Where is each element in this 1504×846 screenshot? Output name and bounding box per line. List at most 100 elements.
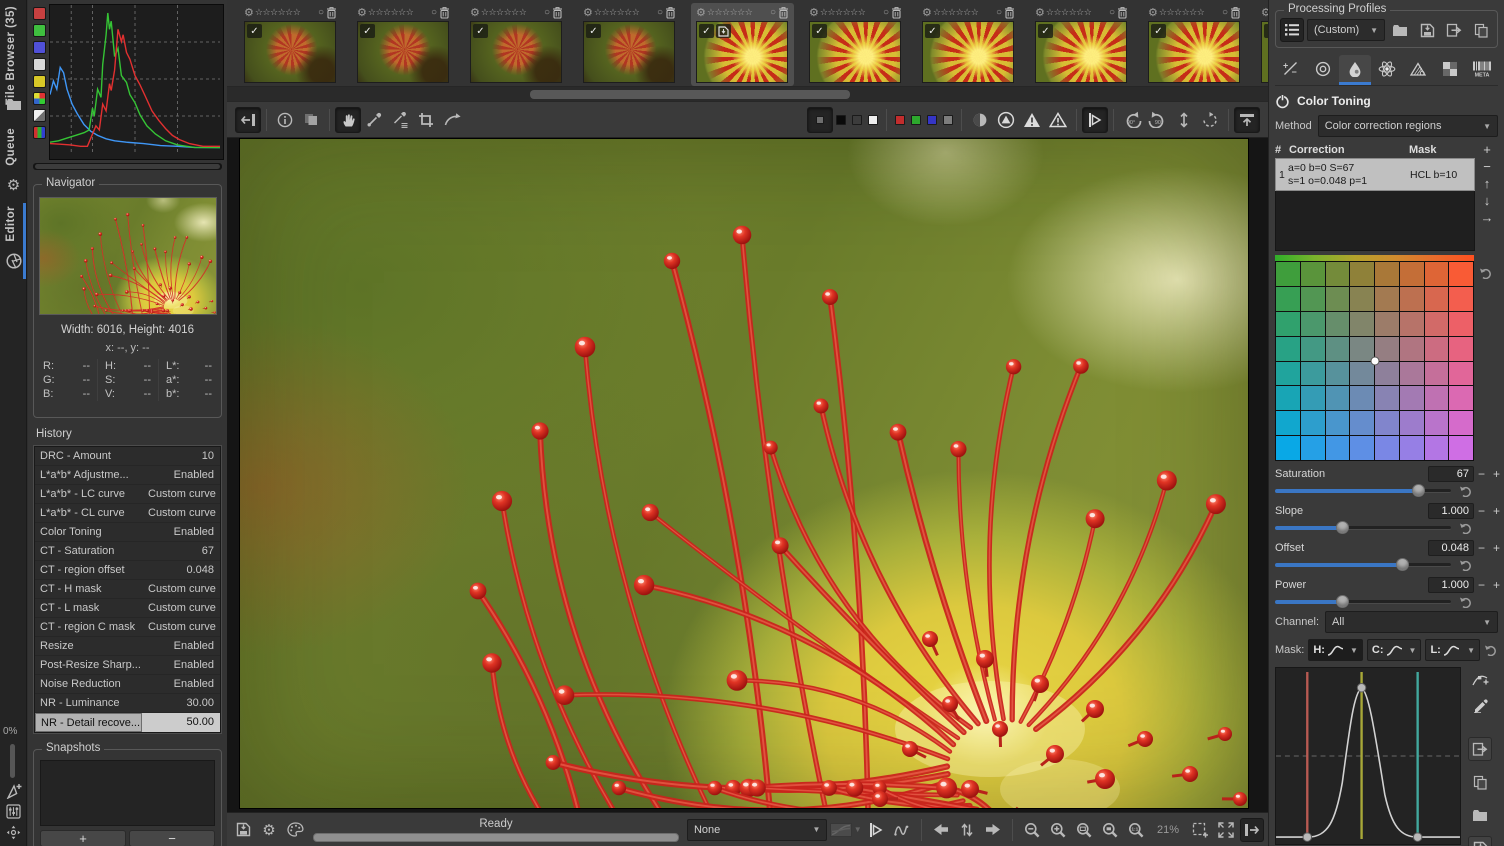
move-region-up-button[interactable]: ↑ bbox=[1478, 175, 1496, 192]
history-row[interactable]: L*a*b* - LC curveCustom curve bbox=[35, 485, 220, 504]
sharpening-preview-button[interactable] bbox=[1082, 107, 1108, 133]
color-label-icon[interactable]: ○ bbox=[1109, 7, 1115, 18]
slider-track[interactable] bbox=[1275, 489, 1451, 493]
edit-point-button[interactable] bbox=[1471, 671, 1489, 688]
tool-tab-metadata[interactable]: META bbox=[1466, 55, 1498, 85]
color-label-icon[interactable]: ○ bbox=[657, 7, 663, 18]
histogram-raw-button[interactable] bbox=[33, 109, 46, 122]
grid-swatch[interactable] bbox=[1326, 337, 1350, 361]
flag-add-icon[interactable] bbox=[5, 782, 22, 799]
tool-tab-raw[interactable] bbox=[1434, 55, 1466, 85]
grid-swatch[interactable] bbox=[1425, 411, 1449, 435]
thumbnail-image[interactable]: ✓ bbox=[583, 21, 675, 83]
grid-swatch[interactable] bbox=[1276, 312, 1300, 336]
color-label-icon[interactable]: ○ bbox=[318, 7, 324, 18]
mixer-icon[interactable] bbox=[5, 803, 22, 820]
load-curve-button[interactable] bbox=[1468, 803, 1492, 827]
histogram-chromaticity-button[interactable] bbox=[33, 92, 46, 105]
grid-swatch[interactable] bbox=[1276, 436, 1300, 460]
before-after-button[interactable] bbox=[298, 107, 324, 133]
zoom-out-button[interactable] bbox=[1020, 818, 1044, 842]
zoom-fit-button[interactable] bbox=[1072, 818, 1096, 842]
profile-gear-icon[interactable]: ⚙ bbox=[357, 6, 367, 19]
crop-tool-button[interactable] bbox=[413, 107, 439, 133]
grid-swatch[interactable] bbox=[1350, 386, 1374, 410]
reset-slider-button[interactable] bbox=[1459, 559, 1473, 571]
rating-stars[interactable]: ☆☆☆☆☆☆ bbox=[368, 7, 429, 18]
grid-swatch[interactable] bbox=[1350, 411, 1374, 435]
white-balance-picker-button[interactable] bbox=[361, 107, 387, 133]
grid-swatch[interactable] bbox=[1276, 337, 1300, 361]
filmstrip-thumbnail[interactable]: ⚙☆☆☆☆☆☆○✓ bbox=[917, 3, 1020, 86]
hand-tool-button[interactable] bbox=[335, 107, 361, 133]
remove-snapshot-button[interactable]: − bbox=[129, 830, 215, 846]
histogram-green-button[interactable] bbox=[33, 24, 46, 37]
grid-swatch[interactable] bbox=[1425, 436, 1449, 460]
decrement-button[interactable]: − bbox=[1474, 504, 1489, 518]
history-row[interactable]: L*a*b* Adjustme...Enabled bbox=[35, 466, 220, 485]
gamut-check-button[interactable] bbox=[993, 107, 1019, 133]
luminosity-channel-button[interactable] bbox=[943, 115, 953, 125]
add-detail-window-button[interactable] bbox=[1188, 818, 1212, 842]
grid-swatch[interactable] bbox=[1449, 436, 1473, 460]
increment-button[interactable]: + bbox=[1489, 578, 1504, 592]
gears-icon[interactable]: ⚙ bbox=[5, 176, 22, 193]
slider-track[interactable] bbox=[1275, 600, 1451, 604]
grid-swatch[interactable] bbox=[1276, 362, 1300, 386]
color-label-icon[interactable]: ○ bbox=[431, 7, 437, 18]
check-icon[interactable]: ✓ bbox=[925, 24, 940, 38]
thumbnail-image[interactable]: ✓ bbox=[1261, 21, 1268, 83]
trash-icon[interactable] bbox=[778, 6, 789, 19]
check-icon[interactable]: ✓ bbox=[1151, 24, 1166, 38]
grid-swatch[interactable] bbox=[1326, 436, 1350, 460]
slider-value[interactable]: 67 bbox=[1428, 466, 1474, 482]
pick-from-image-button[interactable] bbox=[1472, 697, 1489, 713]
color-toning-header[interactable]: Color Toning bbox=[1275, 89, 1504, 113]
duplicate-region-button[interactable]: → bbox=[1478, 209, 1496, 226]
trash-icon[interactable] bbox=[1230, 6, 1241, 19]
zoom-in-button[interactable] bbox=[1046, 818, 1070, 842]
grid-swatch[interactable] bbox=[1400, 362, 1424, 386]
histogram-blue-button[interactable] bbox=[33, 41, 46, 54]
slider-track[interactable] bbox=[1275, 563, 1451, 567]
filmstrip-thumbnail[interactable]: ⚙☆☆☆☆☆☆○✓ bbox=[352, 3, 455, 86]
thumbnail-image[interactable]: ✓ bbox=[1148, 21, 1240, 83]
trash-icon[interactable] bbox=[1117, 6, 1128, 19]
hue-mask-curve-editor[interactable] bbox=[1275, 667, 1461, 845]
grid-swatch[interactable] bbox=[1449, 287, 1473, 311]
grid-swatch[interactable] bbox=[1276, 386, 1300, 410]
add-region-button[interactable]: + bbox=[1478, 141, 1496, 158]
grid-swatch[interactable] bbox=[1375, 337, 1399, 361]
decrement-button[interactable]: − bbox=[1474, 578, 1489, 592]
history-row[interactable]: CT - Saturation67 bbox=[35, 542, 220, 561]
grid-swatch[interactable] bbox=[1449, 362, 1473, 386]
reset-slider-button[interactable] bbox=[1459, 522, 1473, 534]
copy-curve-button[interactable] bbox=[1468, 770, 1492, 794]
grid-swatch[interactable] bbox=[1449, 386, 1473, 410]
slider-track[interactable] bbox=[1275, 526, 1451, 530]
history-row[interactable]: NR - Detail recove...50.00 bbox=[35, 713, 220, 732]
grid-swatch[interactable] bbox=[1350, 287, 1374, 311]
grid-swatch[interactable] bbox=[1375, 436, 1399, 460]
main-image[interactable] bbox=[240, 139, 1248, 808]
move-region-down-button[interactable]: ↓ bbox=[1478, 192, 1496, 209]
slider-value[interactable]: 0.048 bbox=[1428, 540, 1474, 556]
chroma-mask-button[interactable]: C:▼ bbox=[1367, 639, 1422, 661]
trash-icon[interactable] bbox=[891, 6, 902, 19]
filmstrip-thumbnail[interactable]: ⚙☆☆☆☆☆☆○✓ bbox=[1143, 3, 1246, 86]
red-channel-button[interactable] bbox=[895, 115, 905, 125]
grid-swatch[interactable] bbox=[1326, 287, 1350, 311]
slider-value[interactable]: 1.000 bbox=[1428, 503, 1474, 519]
history-row[interactable]: CT - H maskCustom curve bbox=[35, 580, 220, 599]
desaturate-preview-button[interactable] bbox=[967, 107, 993, 133]
grid-swatch[interactable] bbox=[1449, 411, 1473, 435]
grid-swatch[interactable] bbox=[1425, 386, 1449, 410]
check-icon[interactable]: ✓ bbox=[586, 24, 601, 38]
grid-swatch[interactable] bbox=[1375, 312, 1399, 336]
grid-swatch[interactable] bbox=[1326, 386, 1350, 410]
color-label-icon[interactable]: ○ bbox=[1222, 7, 1228, 18]
grid-swatch[interactable] bbox=[1350, 362, 1374, 386]
filmstrip-scrollbar-thumb[interactable] bbox=[530, 90, 850, 99]
histogram-value-button[interactable] bbox=[33, 75, 46, 88]
trash-icon[interactable] bbox=[552, 6, 563, 19]
